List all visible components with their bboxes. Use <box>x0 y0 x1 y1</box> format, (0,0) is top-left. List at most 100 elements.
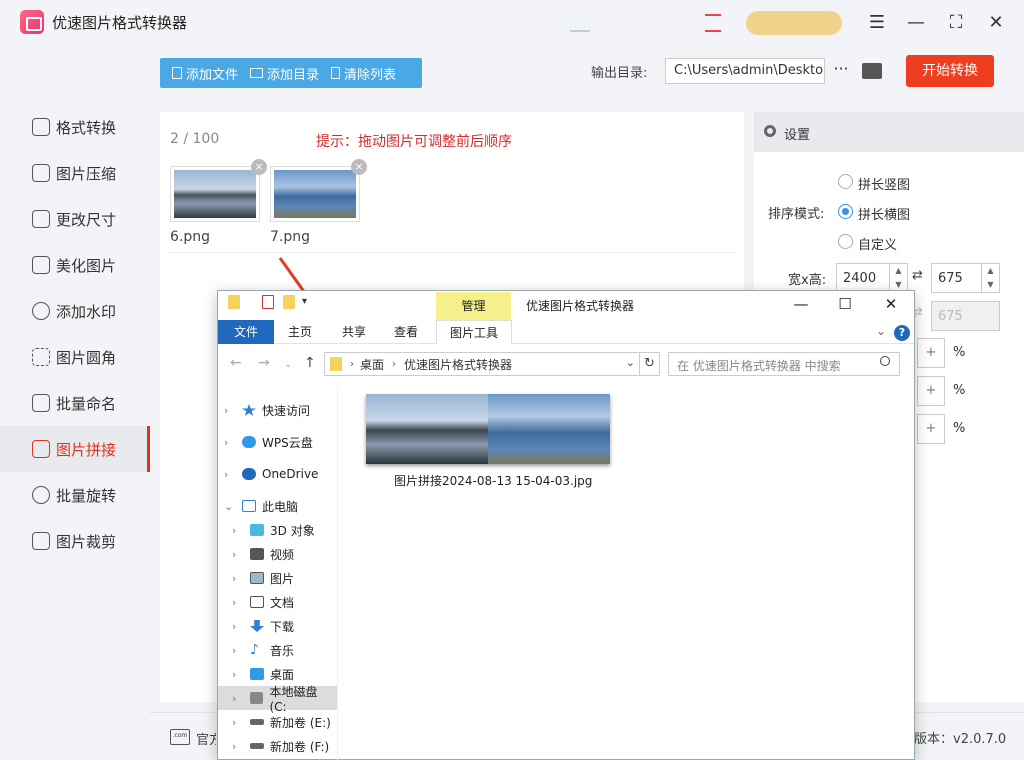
remove-file-button[interactable]: × <box>251 159 267 175</box>
feedback-icon[interactable] <box>705 14 721 32</box>
rename-icon <box>32 394 50 412</box>
sidebar-item-compress[interactable]: 图片压缩 <box>0 150 150 196</box>
sort-vertical-radio[interactable] <box>838 174 853 189</box>
sidebar-item-round-corner[interactable]: 图片圆角 <box>0 334 150 380</box>
sort-custom-radio[interactable] <box>838 234 853 249</box>
sidebar-item-beautify[interactable]: 美化图片 <box>0 242 150 288</box>
tab-view[interactable]: 查看 <box>386 320 426 344</box>
app-title: 优速图片格式转换器 <box>52 14 188 32</box>
sidebar-item-resize[interactable]: 更改尺寸 <box>0 196 150 242</box>
add-dir-label: 添加目录 <box>267 67 320 83</box>
breadcrumb-folder[interactable]: 优速图片格式转换器 <box>404 356 512 373</box>
increase-button[interactable]: + <box>917 414 945 444</box>
nav-item-pictures[interactable]: › 图片 <box>218 566 337 590</box>
onedrive-icon <box>242 468 256 480</box>
explorer-close-button[interactable]: ✕ <box>871 292 911 316</box>
more-options-button[interactable]: ··· <box>831 58 851 84</box>
new-folder-icon[interactable] <box>283 295 295 309</box>
sidebar-item-label: 添加水印 <box>56 302 117 321</box>
stitched-part-left <box>366 394 488 464</box>
settings-title: 设置 <box>784 128 811 143</box>
manage-tab[interactable]: 管理 <box>436 292 511 320</box>
nav-item-videos[interactable]: › 视频 <box>218 542 337 566</box>
website-icon[interactable]: .com <box>170 729 190 745</box>
swap-icon[interactable]: ⇄ <box>912 268 923 283</box>
increase-button[interactable]: + <box>917 338 945 368</box>
breadcrumb-separator-icon: › <box>350 358 354 370</box>
sort-horizontal-radio[interactable] <box>838 204 853 219</box>
file-thumbnail[interactable]: × <box>170 159 267 222</box>
increase-button[interactable]: + <box>917 376 945 406</box>
explorer-minimize-button[interactable]: — <box>781 292 821 316</box>
file-thumbnail[interactable]: × <box>270 159 367 222</box>
open-folder-icon[interactable] <box>862 63 882 79</box>
nav-item-this-pc[interactable]: ⌄ 此电脑 <box>218 494 337 518</box>
share-icon[interactable] <box>570 14 590 32</box>
nav-label: 新加卷 (E:) <box>270 715 331 730</box>
height-input[interactable]: 675 ▲ ▼ <box>931 263 1000 293</box>
nav-item-onedrive[interactable]: › OneDrive <box>218 462 337 486</box>
minimize-button[interactable]: — <box>903 10 929 36</box>
stitched-part-right <box>488 394 610 464</box>
fullscreen-button[interactable]: ⛶ <box>943 10 969 36</box>
nav-item-drive-e[interactable]: › 新加卷 (E:) <box>218 710 337 734</box>
width-stepper[interactable]: ▲ ▼ <box>889 264 907 292</box>
sidebar-item-label: 美化图片 <box>56 256 117 275</box>
output-dir-input[interactable]: C:\Users\admin\Deskto <box>665 58 825 84</box>
tab-picture-tools[interactable]: 图片工具 <box>436 320 512 344</box>
nav-item-music[interactable]: › ♪ 音乐 <box>218 638 337 662</box>
remove-file-button[interactable]: × <box>351 159 367 175</box>
help-icon[interactable]: ? <box>894 325 910 341</box>
quick-access-dropdown-icon[interactable]: ▾ <box>302 296 307 307</box>
address-dropdown-icon[interactable]: ⌄ <box>626 356 635 369</box>
nav-item-drive-c[interactable]: › 本地磁盘 (C: <box>218 685 337 714</box>
tab-share[interactable]: 共享 <box>334 320 374 344</box>
sidebar-item-convert[interactable]: 格式转换 <box>0 104 150 150</box>
explorer-maximize-button[interactable]: ☐ <box>825 292 865 316</box>
sidebar-item-rename[interactable]: 批量命名 <box>0 380 150 426</box>
clear-list-button[interactable]: 清除列表 <box>325 58 402 88</box>
up-arrow-icon[interactable]: ↑ <box>304 355 316 371</box>
width-input[interactable]: 2400 ▲ ▼ <box>836 263 908 293</box>
nav-item-wps-cloud[interactable]: › WPS云盘 <box>218 430 337 454</box>
sidebar-item-label: 格式转换 <box>56 118 117 137</box>
close-button[interactable]: ✕ <box>983 10 1009 36</box>
properties-icon[interactable] <box>262 295 274 309</box>
sidebar-item-crop[interactable]: 图片裁剪 <box>0 518 150 564</box>
nav-item-documents[interactable]: › 文档 <box>218 590 337 614</box>
chevron-down-icon[interactable]: ⌄ <box>876 324 886 338</box>
tab-home[interactable]: 主页 <box>280 320 320 344</box>
sidebar-item-rotate[interactable]: 批量旋转 <box>0 472 150 518</box>
nav-label: 桌面 <box>270 667 295 682</box>
result-file-name[interactable]: 图片拼接2024-08-13 15-04-03.jpg <box>394 472 592 489</box>
sidebar-item-watermark[interactable]: 添加水印 <box>0 288 150 334</box>
round-corner-icon <box>32 348 50 366</box>
nav-item-drive-f[interactable]: › 新加卷 (F:) <box>218 734 337 758</box>
add-dir-button[interactable]: 添加目录 <box>244 58 325 88</box>
add-file-button[interactable]: 添加文件 <box>166 58 244 88</box>
file-icon <box>172 67 182 79</box>
thumbnail-image <box>174 170 256 218</box>
forward-arrow-icon[interactable]: → <box>258 355 270 371</box>
nav-label: 新加卷 (F:) <box>270 739 330 754</box>
height-stepper[interactable]: ▲ ▼ <box>981 264 999 292</box>
tab-file[interactable]: 文件 <box>218 320 274 344</box>
address-bar[interactable]: › 桌面 › 优速图片格式转换器 ⌄ <box>324 352 640 376</box>
nav-item-3d-objects[interactable]: › 3D 对象 <box>218 518 337 542</box>
file-name: 7.png <box>270 229 311 245</box>
start-convert-button[interactable]: 开始转换 <box>906 55 994 87</box>
website-link[interactable]: 官方 <box>196 729 216 748</box>
breadcrumb-desktop[interactable]: 桌面 <box>360 356 384 373</box>
sidebar-item-stitch[interactable]: 图片拼接 <box>0 426 150 472</box>
search-icon[interactable] <box>880 356 890 366</box>
menu-icon[interactable]: ☰ <box>864 10 890 36</box>
vip-button[interactable] <box>746 11 842 35</box>
recent-dropdown-icon[interactable]: ⌄ <box>284 359 292 370</box>
back-arrow-icon[interactable]: ← <box>230 355 242 371</box>
refresh-icon[interactable]: ↻ <box>640 352 660 376</box>
clear-list-label: 清除列表 <box>344 67 397 83</box>
stitched-image-thumbnail[interactable] <box>366 394 610 464</box>
nav-item-downloads[interactable]: › 下载 <box>218 614 337 638</box>
nav-item-quick-access[interactable]: › 快速访问 <box>218 398 337 422</box>
search-input[interactable]: 在 优速图片格式转换器 中搜索 <box>668 352 900 376</box>
